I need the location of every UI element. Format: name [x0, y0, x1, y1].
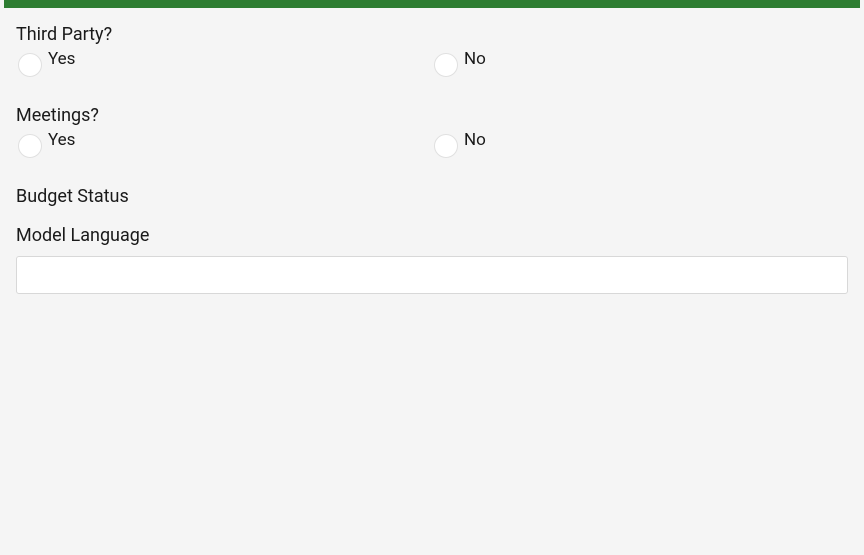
- meetings-options: Yes No: [16, 132, 848, 158]
- meetings-no-option: No: [432, 132, 848, 158]
- third-party-no-option: No: [432, 51, 848, 77]
- accent-bar: [4, 0, 860, 8]
- meetings-no-radio[interactable]: [434, 134, 458, 158]
- budget-status-group: Budget Status: [16, 186, 848, 207]
- form-panel: Third Party? Yes No Meetings? Yes: [4, 0, 860, 334]
- form-content: Third Party? Yes No Meetings? Yes: [4, 8, 860, 334]
- model-language-label: Model Language: [16, 225, 848, 246]
- budget-status-label: Budget Status: [16, 186, 848, 207]
- third-party-no-label: No: [464, 49, 486, 69]
- third-party-no-radio[interactable]: [434, 53, 458, 77]
- meetings-yes-label: Yes: [48, 130, 75, 150]
- third-party-options: Yes No: [16, 51, 848, 77]
- third-party-yes-radio[interactable]: [18, 53, 42, 77]
- meetings-label: Meetings?: [16, 105, 848, 126]
- meetings-yes-radio[interactable]: [18, 134, 42, 158]
- model-language-group: Model Language: [16, 225, 848, 294]
- third-party-label: Third Party?: [16, 24, 848, 45]
- meetings-group: Meetings? Yes No: [16, 105, 848, 158]
- third-party-yes-option: Yes: [16, 51, 432, 77]
- meetings-no-label: No: [464, 130, 486, 150]
- third-party-group: Third Party? Yes No: [16, 24, 848, 77]
- third-party-yes-label: Yes: [48, 49, 75, 69]
- meetings-yes-option: Yes: [16, 132, 432, 158]
- model-language-input[interactable]: [16, 256, 848, 294]
